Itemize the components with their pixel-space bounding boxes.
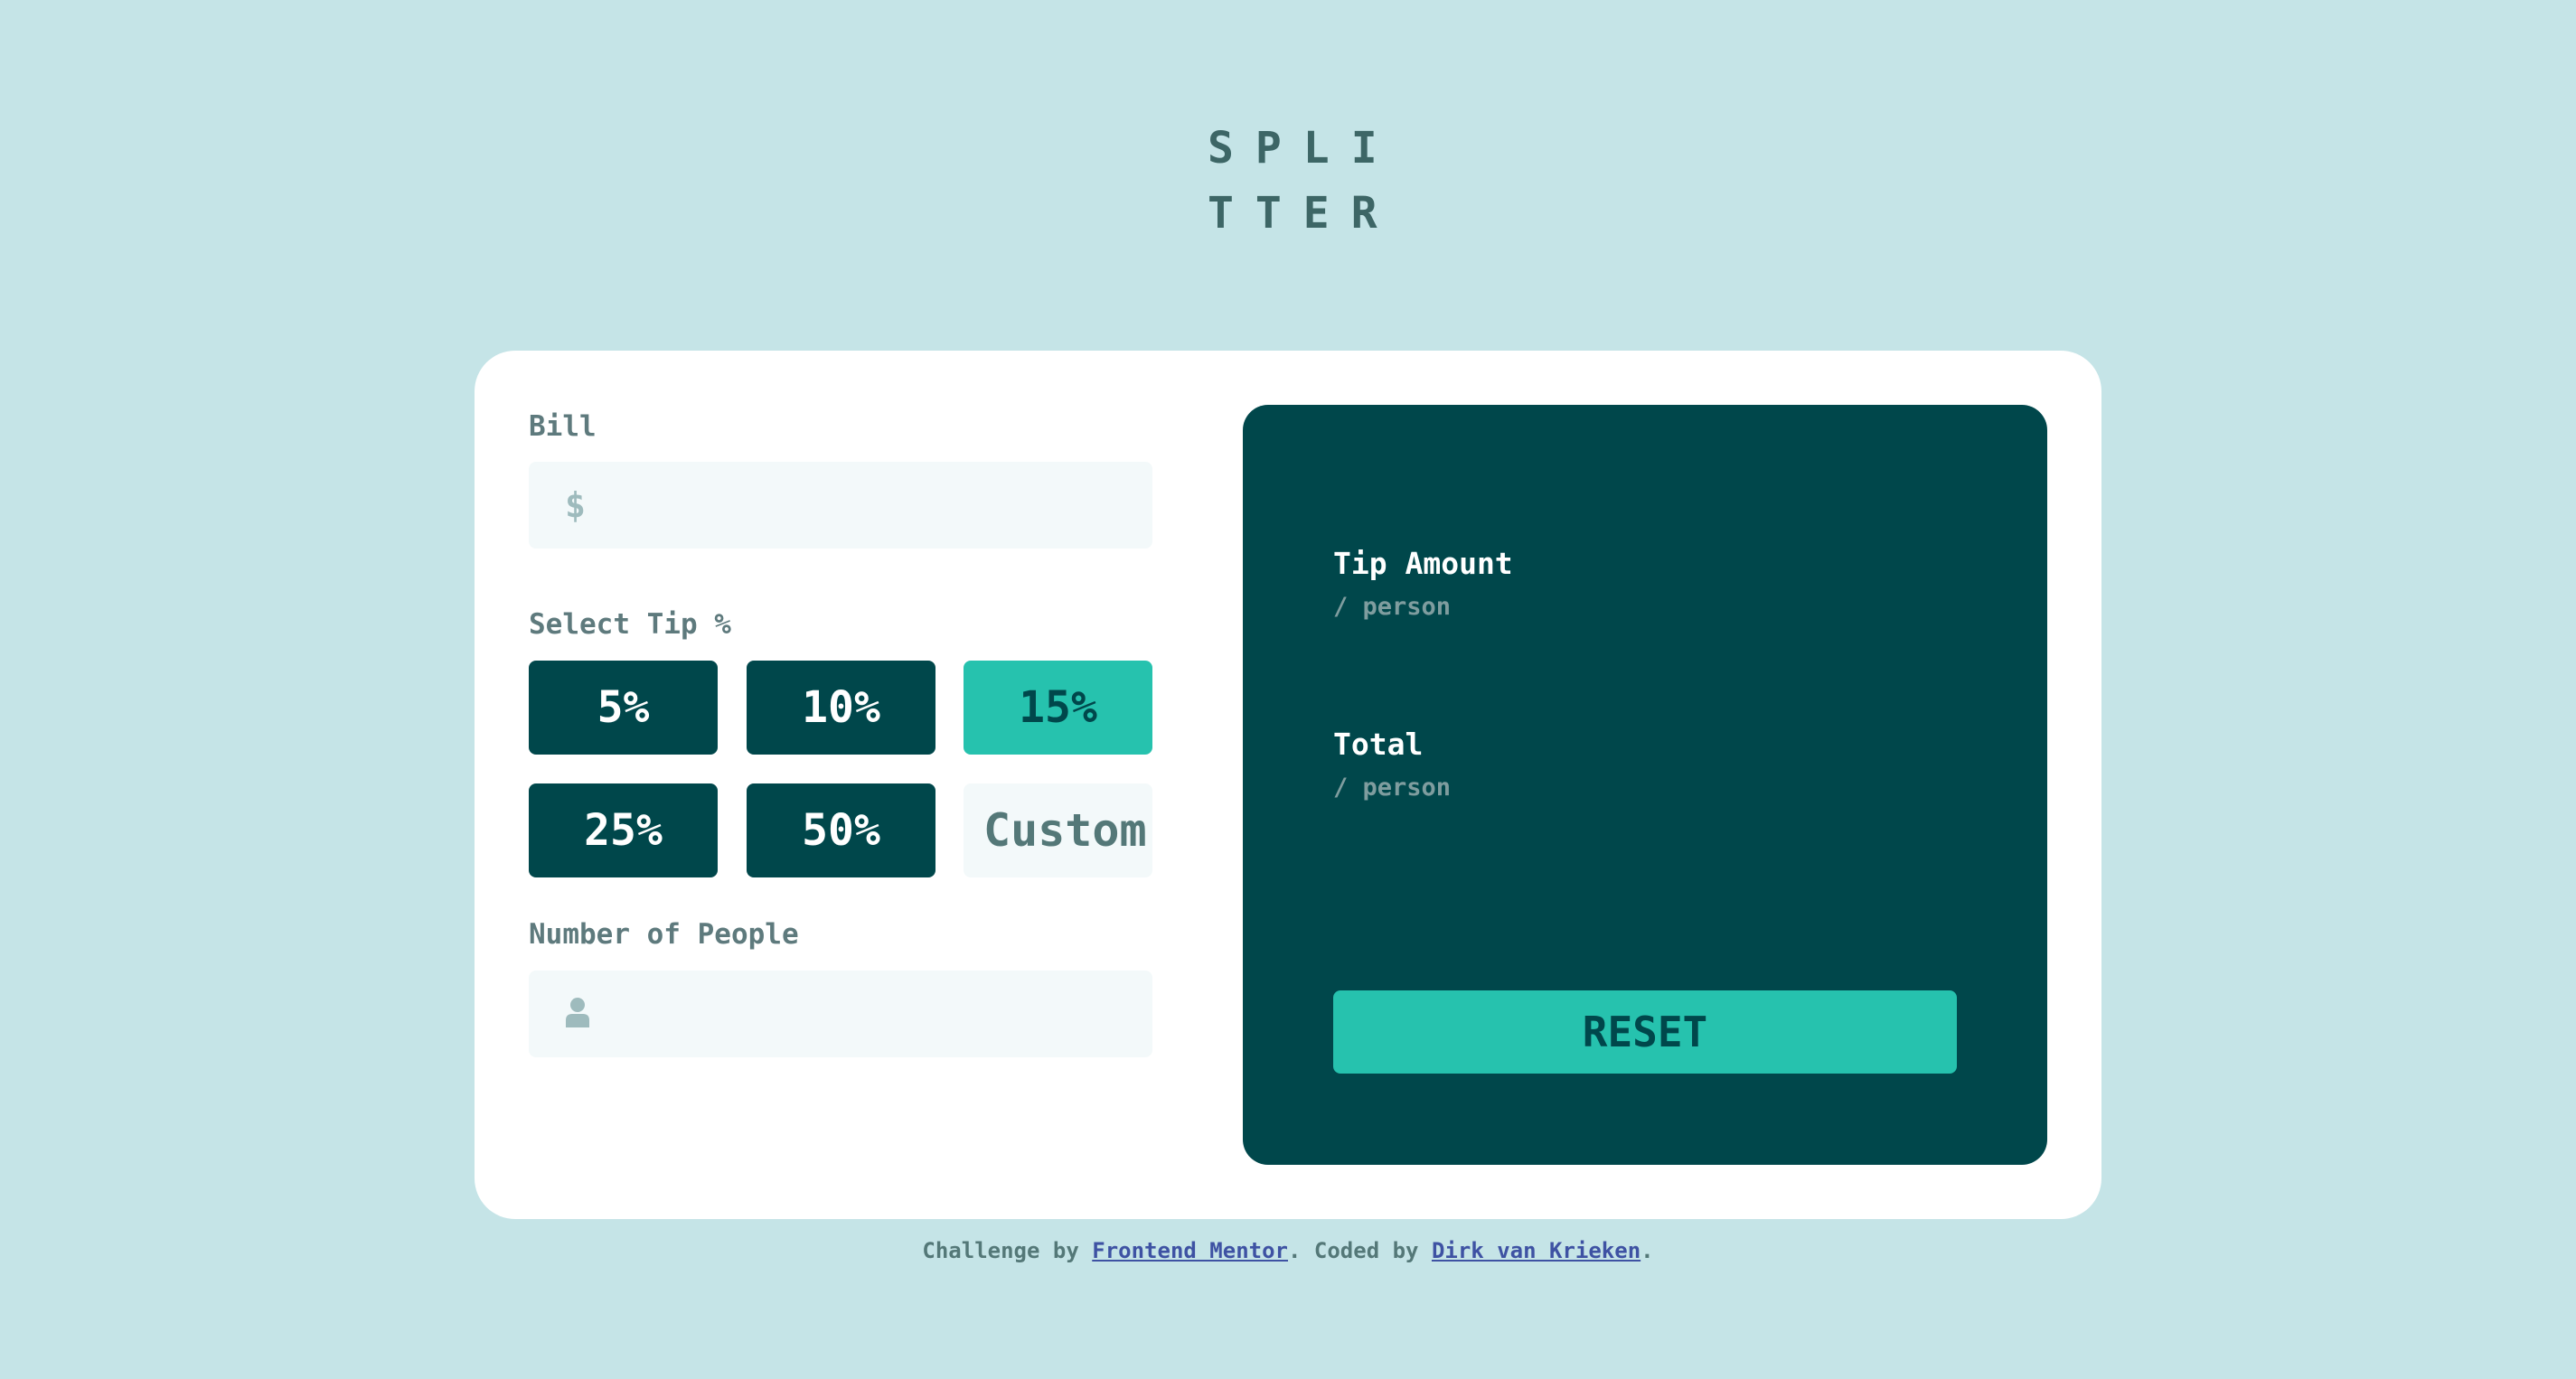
footer-suffix: . [1641,1238,1654,1263]
tip-button-10[interactable]: 10% [747,661,935,755]
results-panel: Tip Amount / person Total / person RESET [1243,405,2047,1165]
tip-button-50[interactable]: 50% [747,783,935,877]
calculator-card: Bill $ Select Tip % 5% 10% 15% 25% 50% N… [475,351,2101,1219]
frontend-mentor-link[interactable]: Frontend Mentor [1092,1238,1288,1263]
custom-tip-field[interactable] [964,783,1152,877]
author-link[interactable]: Dirk van Krieken [1432,1238,1641,1263]
tip-amount-per-person: / person [1333,593,1452,621]
logo-line-1: SPLI [1208,123,1399,174]
tip-button-25[interactable]: 25% [529,783,718,877]
reset-button[interactable]: RESET [1333,990,1957,1074]
custom-tip-input[interactable] [964,783,1152,877]
people-label: Number of People [529,918,799,951]
bill-input[interactable] [529,462,1152,549]
people-input[interactable] [529,971,1152,1057]
logo-line-2: TTER [1208,188,1399,239]
bill-label: Bill [529,410,597,443]
tip-button-5[interactable]: 5% [529,661,718,755]
footer-middle: . Coded by [1288,1238,1432,1263]
select-tip-label: Select Tip % [529,608,731,641]
total-label: Total [1333,727,1424,762]
people-field[interactable] [529,971,1152,1057]
tip-button-15[interactable]: 15% [964,661,1152,755]
bill-field[interactable]: $ [529,462,1152,549]
footer-prefix: Challenge by [922,1238,1093,1263]
total-per-person: / person [1333,774,1452,802]
footer-attribution: Challenge by Frontend Mentor. Coded by D… [0,1238,2576,1263]
app-logo: SPLI TTER [1208,116,1399,246]
tip-amount-label: Tip Amount [1333,546,1513,581]
